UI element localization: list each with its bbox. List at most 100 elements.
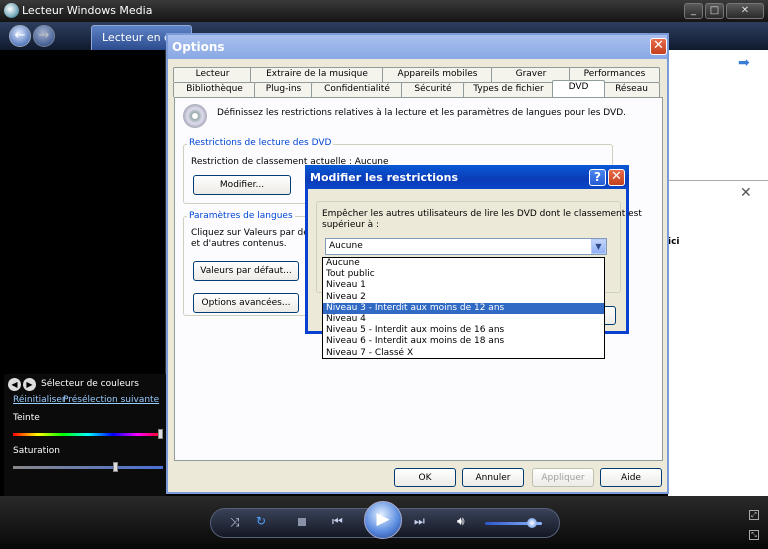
tab-label: Confidentialité — [324, 84, 390, 94]
hue-slider-thumb[interactable] — [158, 429, 163, 439]
cancel-label: Annuler — [475, 473, 511, 483]
dvd-description: Définissez les restrictions relatives à … — [217, 108, 626, 118]
forward-arrow-icon[interactable]: → — [33, 25, 55, 47]
rating-option-niveau-5[interactable]: Niveau 5 - Interdit aux moins de 16 ans — [323, 325, 604, 336]
rating-option-niveau-7[interactable]: Niveau 7 - Classé X — [323, 348, 604, 359]
advanced-options-label: Options avancées... — [201, 298, 291, 308]
color-chooser-title: Sélecteur de couleurs — [41, 379, 139, 389]
tab-label: Bibliothèque — [186, 84, 243, 94]
stop-icon[interactable] — [298, 518, 306, 526]
tab-label: DVD — [568, 82, 589, 92]
rating-option-niveau-3[interactable]: Niveau 3 - Interdit aux moins de 12 ans — [323, 302, 604, 314]
tab-label: Performances — [583, 69, 646, 79]
back-arrow-icon[interactable]: ← — [9, 25, 31, 47]
arrow-right-icon[interactable]: ➡ — [738, 55, 750, 71]
prompt-line-1: Empêcher les autres utilisateurs de lire… — [322, 209, 642, 219]
modify-button-label: Modifier... — [219, 180, 265, 190]
close-button[interactable]: ✕ — [726, 3, 764, 19]
repeat-icon[interactable]: ↻ — [256, 514, 266, 528]
saturation-label: Saturation — [13, 446, 60, 456]
tab-label: Appareils mobiles — [397, 69, 478, 79]
cancel-button[interactable]: Annuler — [462, 468, 524, 487]
next-icon[interactable]: ⏭ — [414, 514, 425, 529]
tab-bibliotheque[interactable]: Bibliothèque — [173, 82, 256, 97]
previous-icon[interactable]: ⏮ — [332, 514, 343, 529]
maximize-button[interactable]: □ — [705, 3, 724, 19]
language-text-1: Cliquez sur Valeurs par défa — [191, 228, 318, 238]
shuffle-icon[interactable]: ⤨ — [230, 515, 240, 530]
saturation-slider[interactable] — [13, 466, 163, 469]
play-button[interactable]: ▶ — [364, 501, 402, 539]
tab-label: Graver — [515, 69, 547, 79]
rating-option-niveau-2[interactable]: Niveau 2 — [323, 292, 604, 303]
tab-securite[interactable]: Sécurité — [401, 82, 465, 97]
color-chooser-panel: ◀ ▶ Sélecteur de couleurs Réinitialiser … — [4, 374, 166, 496]
minimize-button[interactable]: _ — [684, 3, 703, 19]
defaults-button-label: Valeurs par défaut... — [200, 266, 292, 276]
help-icon-glyph: ? — [594, 170, 601, 184]
saturation-slider-thumb[interactable] — [113, 462, 118, 472]
dvd-disc-icon — [183, 104, 207, 128]
defaults-button[interactable]: Valeurs par défaut... — [193, 261, 299, 281]
tab-label: Plug-ins — [265, 84, 302, 94]
options-close-icon[interactable]: ✕ — [650, 38, 667, 55]
volume-slider-thumb[interactable] — [526, 518, 537, 528]
rating-option-tout-public[interactable]: Tout public — [323, 269, 604, 280]
help-icon[interactable]: ? — [589, 169, 606, 186]
window-title: Lecteur Windows Media — [22, 4, 153, 17]
rating-option-niveau-4[interactable]: Niveau 4 — [323, 314, 604, 325]
chevron-down-icon[interactable]: ▼ — [591, 239, 606, 254]
title-bar: Lecteur Windows Media _ □ ✕ — [0, 0, 768, 22]
hue-label: Teinte — [13, 413, 40, 423]
advanced-options-button[interactable]: Options avancées... — [193, 293, 299, 313]
apply-button[interactable]: Appliquer — [532, 468, 594, 487]
modify-dialog-title: Modifier les restrictions — [310, 171, 458, 184]
modify-button[interactable]: Modifier... — [193, 175, 291, 195]
language-group-label: Paramètres de langues — [187, 211, 295, 221]
rating-dropdown-list[interactable]: Aucune Tout public Niveau 1 Niveau 2 Niv… — [322, 257, 605, 359]
modify-title-bar: Modifier les restrictions — [305, 165, 629, 189]
rating-option-niveau-6[interactable]: Niveau 6 - Interdit aux moins de 18 ans — [323, 336, 604, 347]
hue-slider[interactable] — [13, 433, 163, 436]
prompt-line-2: supérieur à : — [322, 220, 380, 230]
previous-arrow-icon[interactable]: ◀ — [8, 378, 21, 391]
tab-label: Sécurité — [414, 84, 452, 94]
tab-label: Extraire de la musique — [266, 69, 368, 79]
rating-select[interactable]: Aucune ▼ — [325, 238, 607, 255]
tab-extraire-musique[interactable]: Extraire de la musique — [250, 67, 384, 82]
tab-label: Types de fichier — [473, 84, 544, 94]
close-icon[interactable]: ✕ — [740, 185, 752, 201]
help-label: Aide — [621, 473, 641, 483]
tab-lecteur[interactable]: Lecteur — [173, 67, 252, 82]
help-button[interactable]: Aide — [600, 468, 662, 487]
media-player-icon — [4, 3, 19, 18]
divider — [668, 180, 768, 181]
tab-reseau[interactable]: Réseau — [603, 82, 660, 97]
fullscreen-icon[interactable]: ⤢ — [749, 510, 759, 520]
rating-option-niveau-1[interactable]: Niveau 1 — [323, 280, 604, 291]
list-pane: ➡ ✕ ici — [668, 50, 768, 496]
tab-label: Réseau — [615, 84, 648, 94]
tab-plugins[interactable]: Plug-ins — [254, 82, 313, 97]
tab-confidentialite[interactable]: Confidentialité — [311, 82, 403, 97]
partial-text: ici — [668, 237, 680, 247]
tab-label: Lecteur — [195, 69, 230, 79]
reset-link[interactable]: Réinitialiser — [13, 395, 66, 405]
rating-select-value: Aucune — [329, 241, 363, 251]
ok-label: OK — [418, 473, 432, 483]
next-arrow-icon[interactable]: ▶ — [23, 378, 36, 391]
tab-types-fichier[interactable]: Types de fichier — [463, 82, 554, 97]
video-pane — [4, 50, 166, 374]
next-preset-link[interactable]: Présélection suivante — [63, 395, 159, 405]
apply-label: Appliquer — [541, 473, 585, 483]
tab-dvd[interactable]: DVD — [552, 80, 605, 97]
language-text-2: et d'autres contenus. — [191, 239, 287, 249]
volume-icon[interactable]: 🔊︎ — [457, 514, 465, 529]
options-title-bar: Options — [168, 35, 667, 59]
compact-mode-icon[interactable]: ⤡ — [749, 530, 759, 540]
rating-option-aucune[interactable]: Aucune — [323, 258, 604, 269]
ok-button[interactable]: OK — [394, 468, 456, 487]
modify-close-icon[interactable]: ✕ — [608, 169, 625, 186]
tab-appareils-mobiles[interactable]: Appareils mobiles — [382, 67, 493, 82]
options-title: Options — [172, 40, 225, 54]
